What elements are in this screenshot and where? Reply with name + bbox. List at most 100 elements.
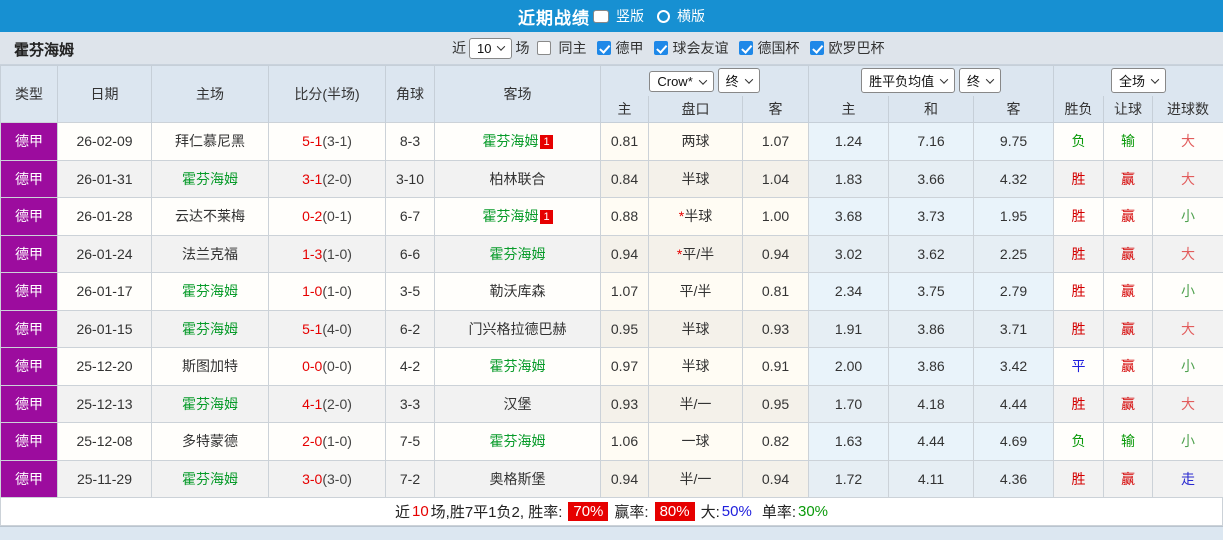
cell-away-team[interactable]: 勒沃库森 [435,273,601,311]
same-home-checkbox[interactable] [537,41,551,55]
cell-odds-line: *平/半 [649,235,743,273]
handicap-rate-badge: 80% [655,502,695,521]
big-rate-value: 50% [722,503,752,520]
table-row: 德甲 25-12-20 斯图加特 0-0(0-0) 4-2 霍芬海姆 0.97 … [1,348,1223,386]
col-header-avg-away: 客 [974,96,1054,123]
cell-away-team[interactable]: 霍芬海姆 [435,423,601,461]
match-count-select[interactable]: 10 [469,38,512,59]
cell-avg-draw: 4.11 [889,460,974,498]
cell-home-team[interactable]: 多特蒙德 [152,423,269,461]
cell-odds-line: 半/一 [649,460,743,498]
col-header-score: 比分(半场) [269,66,386,123]
same-home-label[interactable]: 同主 [558,38,586,58]
league-badge: 德甲 [1,273,58,311]
cell-odds-away: 0.81 [743,273,809,311]
bottom-strip [0,526,1223,540]
cell-home-team[interactable]: 霍芬海姆 [152,273,269,311]
cell-home-team[interactable]: 法兰克福 [152,235,269,273]
cell-result: 负 [1054,123,1104,161]
cell-home-team[interactable]: 霍芬海姆 [152,460,269,498]
cell-odds-line: 两球 [649,123,743,161]
league-badge: 德甲 [1,235,58,273]
europa-league-checkbox[interactable] [810,41,824,55]
cell-goals: 大 [1153,310,1223,348]
table-row: 德甲 26-01-28 云达不莱梅 0-2(0-1) 6-7 霍芬海姆1 0.8… [1,198,1223,236]
cell-home-team[interactable]: 霍芬海姆 [152,385,269,423]
cell-odds-away: 0.93 [743,310,809,348]
cell-odds-line: 半球 [649,348,743,386]
cell-away-team[interactable]: 汉堡 [435,385,601,423]
cell-avg-draw: 3.62 [889,235,974,273]
cell-odds-away: 1.07 [743,123,809,161]
cell-score: 5-1(3-1) [269,123,386,161]
bundesliga-label[interactable]: 德甲 [615,38,643,58]
cell-handicap: 赢 [1104,198,1153,236]
cell-handicap: 赢 [1104,348,1153,386]
col-header-avg-draw: 和 [889,96,974,123]
cell-away-team[interactable]: 柏林联合 [435,160,601,198]
german-cup-label[interactable]: 德国杯 [757,38,799,58]
horizontal-layout-label[interactable]: 横版 [677,6,705,26]
league-badge: 德甲 [1,310,58,348]
cell-goals: 大 [1153,123,1223,161]
cell-result: 胜 [1054,198,1104,236]
odds-group-header: Crow* 终 [601,66,809,96]
win-rate-badge: 70% [568,502,608,521]
german-cup-checkbox[interactable] [739,41,753,55]
cell-date: 26-02-09 [58,123,152,161]
cell-score: 1-3(1-0) [269,235,386,273]
bundesliga-checkbox[interactable] [597,41,611,55]
cell-avg-away: 3.42 [974,348,1054,386]
cell-away-team[interactable]: 门兴格拉德巴赫 [435,310,601,348]
europa-league-label[interactable]: 欧罗巴杯 [828,38,884,58]
cell-handicap: 赢 [1104,160,1153,198]
cell-away-team[interactable]: 奥格斯堡 [435,460,601,498]
league-badge: 德甲 [1,460,58,498]
cell-avg-draw: 3.86 [889,348,974,386]
vertical-layout-label[interactable]: 竖版 [616,6,644,26]
cell-home-team[interactable]: 霍芬海姆 [152,310,269,348]
club-friendly-label[interactable]: 球会友谊 [672,38,728,58]
club-friendly-checkbox[interactable] [654,41,668,55]
cell-odds-home: 0.94 [601,235,649,273]
odds-stage-select[interactable]: 终 [718,68,760,93]
col-header-odds-line: 盘口 [649,96,743,123]
page-title: 近期战绩 [518,4,590,29]
col-header-avg-home: 主 [809,96,889,123]
cell-odds-away: 0.94 [743,235,809,273]
horizontal-layout-radio[interactable] [657,10,670,23]
cell-away-team[interactable]: 霍芬海姆 [435,235,601,273]
cell-home-team[interactable]: 云达不莱梅 [152,198,269,236]
cell-away-team[interactable]: 霍芬海姆 [435,348,601,386]
vertical-layout-radio[interactable] [593,10,609,23]
cell-avg-home: 1.24 [809,123,889,161]
cell-avg-draw: 4.18 [889,385,974,423]
cell-goals: 大 [1153,235,1223,273]
cell-home-team[interactable]: 拜仁慕尼黑 [152,123,269,161]
avg-stage-select[interactable]: 终 [959,68,1001,93]
cell-odds-line: 半球 [649,310,743,348]
cell-corner: 7-5 [386,423,435,461]
cell-avg-home: 1.91 [809,310,889,348]
scope-select[interactable]: 全场 [1111,68,1166,93]
cell-odds-line: 一球 [649,423,743,461]
cell-avg-away: 4.32 [974,160,1054,198]
bookmaker-select[interactable]: Crow* [649,71,713,92]
wdl-average-select[interactable]: 胜平负均值 [861,68,955,93]
cell-date: 26-01-24 [58,235,152,273]
cell-home-team[interactable]: 霍芬海姆 [152,160,269,198]
rank-badge: 1 [540,210,552,224]
table-row: 德甲 26-01-31 霍芬海姆 3-1(2-0) 3-10 柏林联合 0.84… [1,160,1223,198]
cell-handicap: 赢 [1104,273,1153,311]
league-badge: 德甲 [1,348,58,386]
cell-goals: 大 [1153,385,1223,423]
cell-home-team[interactable]: 斯图加特 [152,348,269,386]
cell-away-team[interactable]: 霍芬海姆1 [435,198,601,236]
cell-odds-home: 0.95 [601,310,649,348]
cell-goals: 走 [1153,460,1223,498]
summary-record: 场,胜7平1负2, 胜率: [431,501,563,522]
cell-odds-line: *半球 [649,198,743,236]
cell-avg-away: 4.44 [974,385,1054,423]
cell-away-team[interactable]: 霍芬海姆1 [435,123,601,161]
cell-score: 3-0(3-0) [269,460,386,498]
